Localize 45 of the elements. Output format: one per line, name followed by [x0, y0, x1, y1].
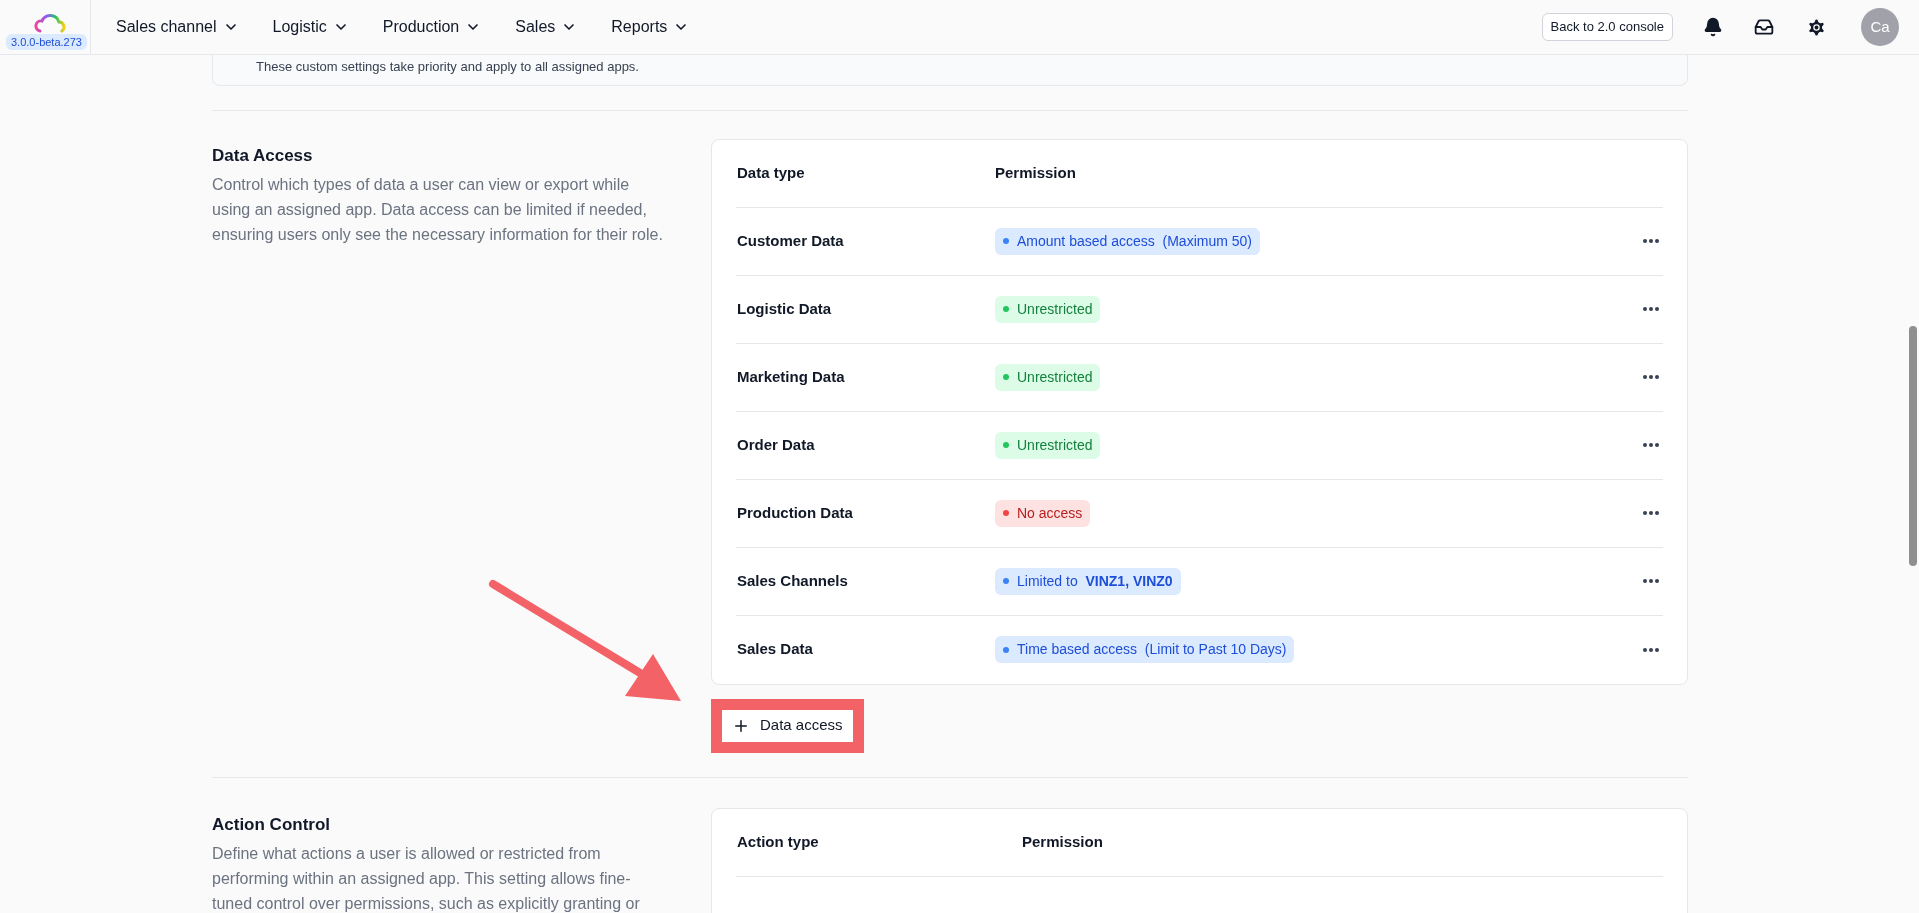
permission-badge: Unrestricted — [995, 363, 1101, 391]
bell-icon — [1703, 17, 1723, 37]
more-icon — [1643, 579, 1659, 583]
section-title: Data Access — [212, 144, 314, 167]
column-header: Data type — [736, 162, 806, 183]
section-description: Control which types of data a user can view or export while using an assigned app. Data access can be limited if needed, ensuring users only see the necessary information for their role. — [212, 175, 664, 245]
column-header: Action type — [736, 831, 820, 852]
permission-badge: Limited to VINZ1, VINZ0 — [995, 567, 1181, 595]
data-type-cell-text: Sales Channels — [736, 570, 849, 591]
cloud-logo-icon[interactable] — [34, 12, 68, 34]
more-icon — [1643, 307, 1659, 311]
nav-menu[interactable]: Logistic — [272, 15, 349, 39]
permission-badge: Time based access (Limit to Past 10 Days) — [995, 636, 1295, 664]
notice-text: These custom settings take priority and apply to all assigned apps. — [256, 58, 640, 76]
more-icon — [1643, 375, 1659, 379]
nav-menu[interactable]: Sales channel — [116, 15, 239, 39]
inbox-icon — [1754, 17, 1774, 37]
data-type-cell-text: Production Data — [736, 502, 854, 523]
more-icon — [1643, 443, 1659, 447]
nav-menu[interactable]: Production — [382, 15, 482, 39]
permission-badge: Unrestricted — [995, 431, 1101, 459]
back-to-console-button[interactable]: Back to 2.0 console — [1541, 13, 1673, 41]
data-type-cell-text: Order Data — [736, 434, 816, 455]
notifications-button[interactable] — [1703, 17, 1723, 37]
section-title: Action Control — [212, 813, 332, 836]
column-header: Permission — [1022, 831, 1103, 852]
permission-badge: Amount based access (Maximum 50) — [995, 227, 1260, 255]
nav-menu[interactable]: Sales — [515, 15, 578, 39]
data-type-cell-text: Marketing Data — [736, 366, 846, 387]
version-badge: 3.0.0-beta.273 — [6, 34, 87, 50]
permission-badge: Unrestricted — [995, 295, 1101, 323]
nav-menu[interactable]: Reports — [611, 15, 690, 39]
settings-icon — [1806, 16, 1827, 38]
data-type-cell-text: Customer Data — [736, 230, 845, 251]
more-icon — [1643, 239, 1659, 243]
data-type-cell-text: Sales Data — [736, 639, 814, 660]
add-data-access-button[interactable]: Data access — [722, 709, 853, 742]
section-description: Define what actions a user is allowed or restricted from performing within an assigned app. This setting allows fine-tuned control over permissions, such as explicitly granting or — [212, 844, 641, 913]
more-icon — [1643, 647, 1659, 652]
inbox-button[interactable] — [1754, 17, 1774, 37]
permission-badge: No access — [995, 499, 1091, 527]
data-type-cell-text: Logistic Data — [736, 298, 833, 319]
settings-button[interactable] — [1806, 16, 1827, 38]
more-icon — [1643, 511, 1659, 515]
column-header: Permission — [995, 162, 1076, 183]
